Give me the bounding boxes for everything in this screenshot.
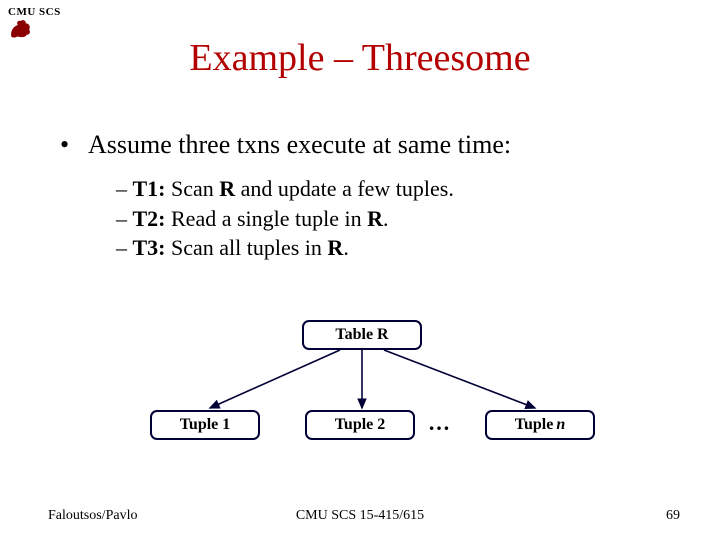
slide-title: Example – Threesome (0, 36, 720, 80)
bullet-text: Assume three txns execute at same time: (88, 130, 511, 160)
bullet-main: • Assume three txns execute at same time… (60, 130, 680, 160)
ellipsis: … (428, 410, 452, 436)
node-tuple-1: Tuple 1 (150, 410, 260, 440)
lock-hierarchy-diagram: Table R Tuple 1 Tuple 2 … Tuplen (0, 320, 720, 470)
node-tuple-2: Tuple 2 (305, 410, 415, 440)
sub-bullet-list: – T1: Scan R and update a few tuples. – … (116, 174, 680, 263)
slide-body: • Assume three txns execute at same time… (60, 130, 680, 263)
sub-bullet-t2: – T2: Read a single tuple in R. (116, 204, 680, 234)
footer-page-number: 69 (666, 508, 680, 524)
sub-bullet-t1: – T1: Scan R and update a few tuples. (116, 174, 680, 204)
bullet-icon: • (60, 130, 88, 160)
node-table-r: Table R (302, 320, 422, 350)
org-text: CMU SCS (8, 6, 61, 18)
footer-course: CMU SCS 15-415/615 (0, 508, 720, 524)
node-tuple-n: Tuplen (485, 410, 595, 440)
sub-bullet-t3: – T3: Scan all tuples in R. (116, 233, 680, 263)
